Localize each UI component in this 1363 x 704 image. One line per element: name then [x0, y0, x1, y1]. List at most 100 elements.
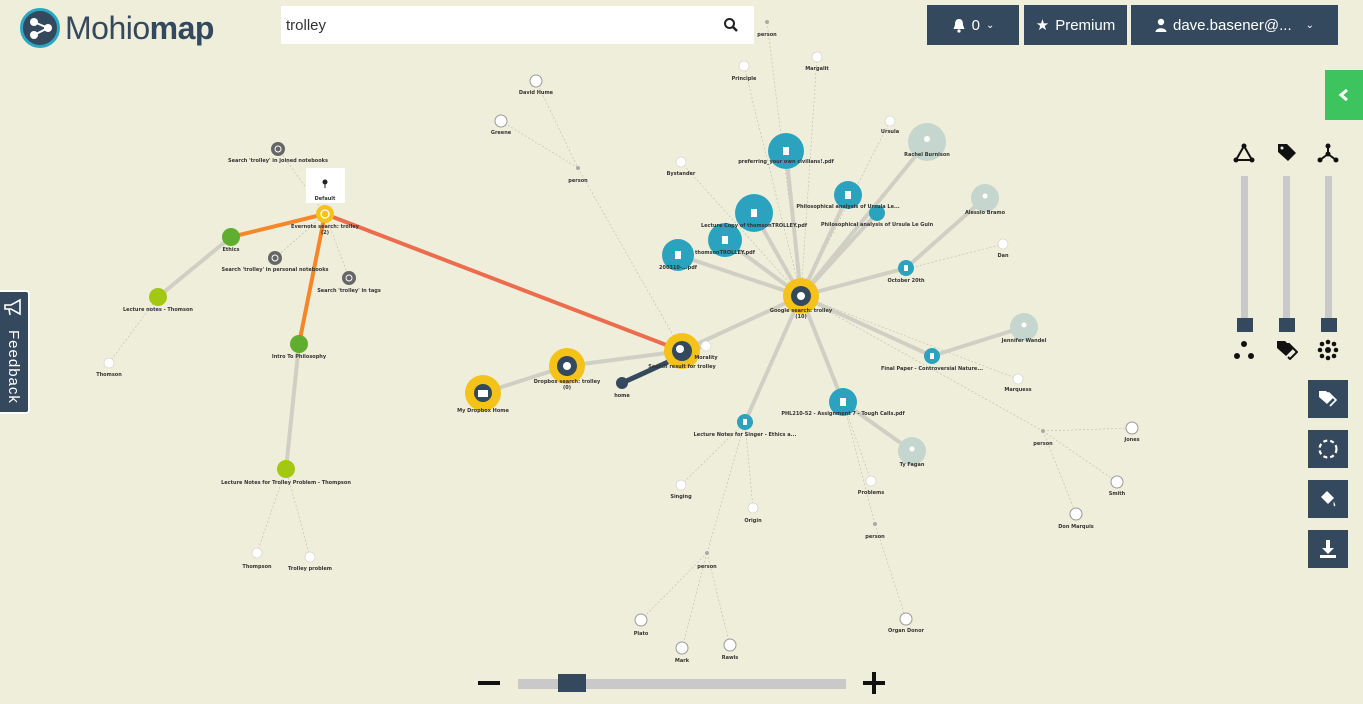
graph-node-label[interactable]: Morality — [694, 355, 718, 361]
feedback-tab[interactable]: Feedback — [0, 290, 30, 414]
plus-icon — [863, 672, 885, 694]
graph-node-label[interactable]: Search 'trolley' in personal notebooks — [221, 267, 328, 273]
graph-node-label[interactable]: Philosophical analysis of Ursula Le Guin — [821, 222, 934, 228]
zoom-out-button[interactable] — [478, 676, 500, 695]
graph-node-label[interactable]: Dan — [997, 253, 1009, 259]
link-density-slider-top-icon — [1233, 143, 1255, 168]
graph-node-label[interactable]: person — [568, 178, 588, 184]
graph-node-label[interactable]: Ethics — [222, 247, 239, 253]
graph-node-label[interactable]: Jones — [1123, 437, 1139, 443]
zoom-in-button[interactable] — [863, 672, 885, 699]
graph-node-label[interactable]: My Dropbox Home — [457, 408, 509, 414]
graph-node-label[interactable]: Lecture Copy of thomsonTROLLEY.pdf — [701, 223, 808, 229]
graph-node-label[interactable]: Organ Donor — [888, 628, 925, 634]
graph-node-label[interactable]: Smith — [1109, 491, 1126, 497]
graph-node-label[interactable]: October 20th — [887, 278, 925, 284]
graph-node-label[interactable]: Evernote search: trolley (2) — [291, 224, 360, 236]
graph-node-label[interactable]: Greene — [491, 130, 512, 136]
graph-node-label[interactable]: thomsonTROLLEY.pdf — [695, 250, 756, 256]
graph-node-label[interactable]: person — [865, 534, 885, 540]
graph-node-label[interactable]: Lecture notes - Thomson — [123, 307, 193, 313]
graph-node-label[interactable]: Dropbox search: trolley (0) — [534, 379, 601, 391]
graph-node-label[interactable]: Final Paper - Controversial Nature... — [881, 366, 983, 372]
select-area-button[interactable] — [1308, 430, 1348, 468]
graph-node-label[interactable]: Jennifer Wandel — [1001, 338, 1047, 344]
search-button[interactable] — [708, 6, 754, 44]
paint-bucket-icon — [1321, 491, 1336, 507]
search-input[interactable] — [281, 6, 708, 44]
app-logo[interactable]: Mohiomap — [20, 8, 214, 48]
dashed-circle-icon — [1318, 439, 1338, 459]
tag-slider-thumb[interactable] — [1279, 318, 1295, 332]
graph-node-label[interactable]: person — [1033, 441, 1053, 447]
bell-icon — [953, 18, 965, 33]
graph-node-label[interactable]: Default — [315, 196, 336, 202]
graph-node-label[interactable]: Plato — [634, 631, 649, 637]
graph-node-label[interactable]: Bystander — [667, 171, 696, 177]
graph-node-label[interactable]: Principle — [732, 76, 757, 82]
logo-text: Mohiomap — [65, 9, 214, 46]
graph-node-label[interactable]: Don Marquis — [1058, 524, 1094, 530]
star-icon: ★ — [1035, 17, 1050, 34]
cluster-expanded-icon — [1317, 339, 1339, 366]
notifications-button[interactable]: 0 ⌄ — [927, 5, 1019, 45]
graph-node-label[interactable]: Rachel Burnison — [904, 152, 950, 158]
user-label: dave.basener@... — [1172, 16, 1292, 34]
graph-node-label[interactable]: Search 'trolley' in joined notebooks — [228, 158, 328, 164]
mind-map-graph[interactable]: person Margalit Principle David Hume Greene p… — [0, 0, 1363, 704]
link-slider-track[interactable] — [1241, 176, 1248, 326]
graph-node-label[interactable]: Ty Fagan — [900, 462, 925, 468]
graph-node-label[interactable]: Search result for trolley — [648, 364, 716, 370]
side-panel-toggle-button[interactable] — [1325, 70, 1363, 120]
user-menu-button[interactable]: dave.basener@... ⌄ — [1131, 5, 1338, 45]
tag-slider-track[interactable] — [1283, 176, 1290, 326]
dots-icon — [1233, 340, 1255, 365]
notifications-count: 0 — [971, 16, 980, 34]
paint-button[interactable] — [1308, 480, 1348, 518]
graph-node-label[interactable]: Origin — [744, 518, 762, 524]
link-slider-thumb[interactable] — [1237, 318, 1253, 332]
megaphone-icon — [4, 298, 21, 316]
graph-node-label[interactable]: Margalit — [805, 66, 829, 72]
graph-node-label[interactable]: David Hume — [519, 90, 554, 96]
graph-node-label[interactable]: PHL210-52 - Assignment 7 - Tough Calls.p… — [781, 411, 905, 417]
download-button[interactable] — [1308, 530, 1348, 568]
graph-node-label[interactable]: Google search: trolley (10) — [770, 308, 833, 320]
graph-node-label[interactable]: Intro To Philosophy — [272, 354, 327, 360]
graph-node-label[interactable]: Thompson — [242, 564, 272, 570]
graph-node-label[interactable]: Trolley problem — [288, 566, 332, 572]
tag-filter-button[interactable] — [1308, 380, 1348, 418]
graph-node-label[interactable]: Rawls — [722, 655, 739, 661]
premium-label: Premium — [1055, 16, 1116, 34]
graph-node-label[interactable]: 200310-...pdf — [659, 265, 698, 271]
graph-node-label[interactable]: person — [697, 564, 717, 570]
graph-node-label[interactable]: Problems — [858, 490, 884, 496]
graph-node-label[interactable]: Ursula — [881, 129, 899, 135]
tags-icon — [1319, 391, 1338, 407]
zoom-slider-thumb[interactable] — [558, 674, 586, 692]
graph-node-label[interactable]: Search 'trolley' in tags — [317, 288, 381, 294]
premium-button[interactable]: ★ Premium — [1024, 5, 1127, 45]
graph-node-label[interactable]: Mark — [675, 658, 690, 664]
cluster-slider-track[interactable] — [1325, 176, 1332, 326]
tag-icon — [1277, 143, 1297, 168]
minus-icon — [478, 681, 500, 685]
graph-node-label[interactable]: Lecture Notes for Singer - Ethics a... — [694, 432, 797, 438]
graph-node-label[interactable]: Singing — [670, 494, 692, 500]
mohiomap-logo-icon — [20, 8, 60, 48]
graph-node-label[interactable]: home — [614, 393, 630, 399]
graph-node-label[interactable]: Marquess — [1004, 387, 1031, 393]
tags-icon — [1276, 340, 1299, 365]
download-icon — [1320, 540, 1336, 558]
graph-node-label[interactable]: Philosophical analysis of Ursula Le... — [796, 204, 899, 210]
chevron-left-icon — [1338, 88, 1348, 102]
user-icon — [1155, 18, 1167, 32]
search-icon — [724, 18, 738, 32]
graph-node-label[interactable]: preferring_your own civilians!.pdf — [738, 159, 834, 165]
graph-node-label[interactable]: Alessio Bramo — [965, 210, 1006, 216]
graph-node-label[interactable]: Lecture Notes for Trolley Problem - Thom… — [221, 480, 351, 486]
search-bar[interactable] — [281, 6, 754, 44]
graph-node-label[interactable]: Thomson — [96, 372, 122, 378]
cluster-slider-thumb[interactable] — [1321, 318, 1337, 332]
graph-node-label[interactable]: person — [757, 32, 777, 38]
